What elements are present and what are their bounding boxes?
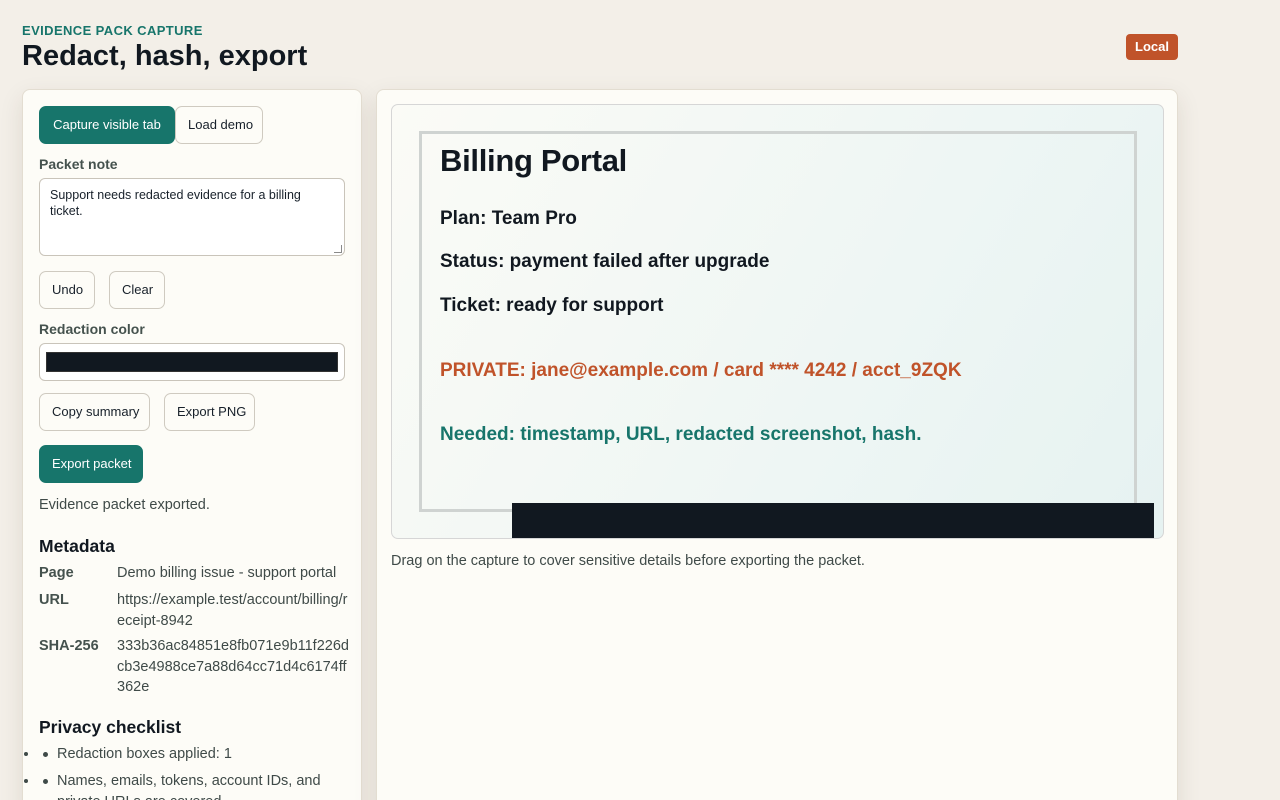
export-png-button[interactable]: Export PNG — [164, 393, 255, 431]
controls-panel: Capture visible tab Load demo Packet not… — [22, 89, 362, 800]
redaction-color-label: Redaction color — [39, 321, 145, 337]
privacy-checklist: Redaction boxes applied: 1 Names, emails… — [39, 744, 349, 800]
resize-grip-icon[interactable] — [334, 245, 342, 253]
captured-needed-line: Needed: timestamp, URL, redacted screens… — [440, 424, 922, 445]
captured-private-line: PRIVATE: jane@example.com / card **** 42… — [440, 360, 962, 381]
undo-button[interactable]: Undo — [39, 271, 95, 309]
redaction-color-picker[interactable] — [39, 343, 345, 381]
app-eyebrow: EVIDENCE PACK CAPTURE — [22, 23, 203, 38]
clear-button[interactable]: Clear — [109, 271, 165, 309]
checklist-item: Names, emails, tokens, account IDs, and … — [39, 771, 349, 800]
meta-url-key: URL — [39, 592, 69, 608]
captured-status-line: Status: payment failed after upgrade — [440, 251, 770, 272]
export-packet-button[interactable]: Export packet — [39, 445, 143, 483]
metadata-heading: Metadata — [39, 536, 115, 556]
privacy-checklist-heading: Privacy checklist — [39, 717, 182, 737]
meta-hash-key: SHA-256 — [39, 638, 99, 654]
packet-note-textarea[interactable]: Support needs redacted evidence for a bi… — [39, 178, 345, 256]
capture-canvas[interactable]: Billing Portal Plan: Team Pro Status: pa… — [391, 104, 1164, 539]
export-status: Evidence packet exported. — [39, 497, 210, 513]
meta-url-value: https://example.test/account/billing/rec… — [117, 592, 348, 629]
local-badge: Local — [1126, 34, 1178, 60]
meta-page-value: Demo billing issue - support portal — [117, 565, 337, 581]
packet-note-label: Packet note — [39, 156, 118, 172]
capture-panel: Billing Portal Plan: Team Pro Status: pa… — [376, 89, 1178, 800]
captured-ticket-line: Ticket: ready for support — [440, 295, 664, 316]
copy-summary-button[interactable]: Copy summary — [39, 393, 150, 431]
redaction-color-swatch — [46, 352, 338, 372]
captured-plan-line: Plan: Team Pro — [440, 208, 577, 229]
redaction-box[interactable] — [512, 503, 1154, 538]
captured-page-title: Billing Portal — [440, 143, 627, 178]
meta-page-key: Page — [39, 565, 74, 581]
page-title: Redact, hash, export — [22, 40, 308, 72]
capture-visible-tab-button[interactable]: Capture visible tab — [39, 106, 175, 144]
load-demo-button[interactable]: Load demo — [175, 106, 263, 144]
checklist-item: Redaction boxes applied: 1 — [39, 744, 349, 765]
capture-hint: Drag on the capture to cover sensitive d… — [391, 553, 865, 569]
meta-hash-value: 333b36ac84851e8fb071e9b11f226dcb3e4988ce… — [117, 638, 349, 695]
packet-note-text: Support needs redacted evidence for a bi… — [50, 188, 301, 218]
captured-page-border — [419, 131, 1137, 512]
